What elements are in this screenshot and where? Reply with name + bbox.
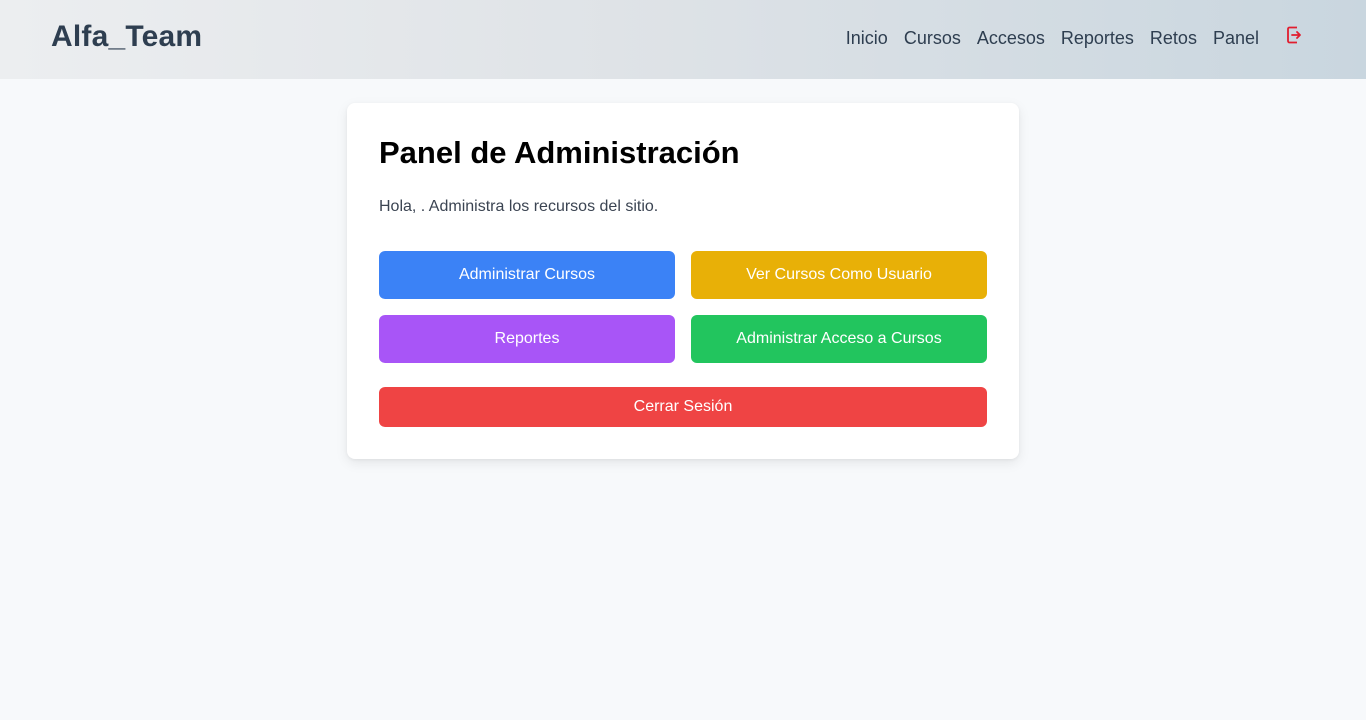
- manage-course-access-button[interactable]: Administrar Acceso a Cursos: [691, 315, 987, 363]
- page-title: Panel de Administración: [379, 135, 740, 170]
- reports-button[interactable]: Reportes: [379, 315, 675, 363]
- main-nav: Inicio Cursos Accesos Reportes Retos Pan…: [846, 27, 1259, 49]
- nav-link-inicio[interactable]: Inicio: [846, 27, 888, 49]
- brand-logo[interactable]: Alfa_Team: [51, 20, 202, 54]
- logout-icon[interactable]: [1286, 26, 1302, 44]
- nav-link-reportes[interactable]: Reportes: [1061, 27, 1134, 49]
- view-courses-as-user-button[interactable]: Ver Cursos Como Usuario: [691, 251, 987, 299]
- logout-button[interactable]: Cerrar Sesión: [379, 387, 987, 427]
- nav-link-panel[interactable]: Panel: [1213, 27, 1259, 49]
- manage-courses-button[interactable]: Administrar Cursos: [379, 251, 675, 299]
- nav-link-cursos[interactable]: Cursos: [904, 27, 961, 49]
- admin-panel-card: Panel de Administración Hola, . Administ…: [347, 103, 1019, 459]
- nav-link-accesos[interactable]: Accesos: [977, 27, 1045, 49]
- top-navbar: Alfa_Team Inicio Cursos Accesos Reportes…: [0, 0, 1366, 79]
- nav-link-retos[interactable]: Retos: [1150, 27, 1197, 49]
- greeting-text: Hola, . Administra los recursos del siti…: [379, 198, 659, 215]
